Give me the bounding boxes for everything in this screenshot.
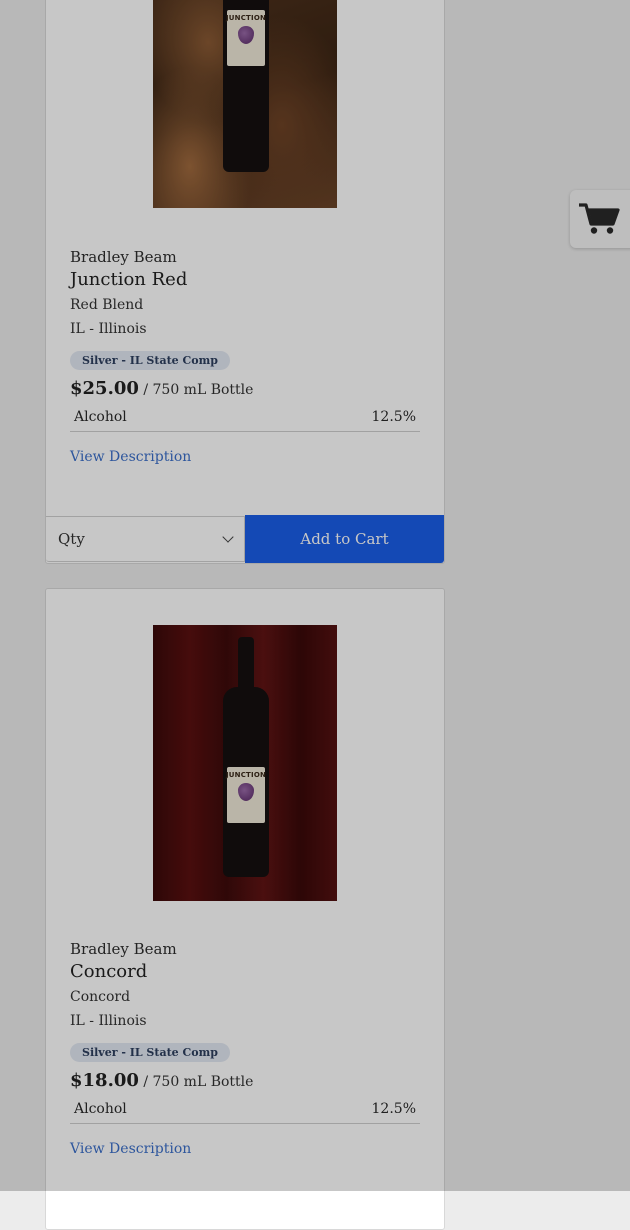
stat-value: 12.5% (371, 1101, 416, 1117)
chevron-down-icon (222, 531, 234, 543)
wine-name[interactable]: Junction Red (70, 267, 420, 293)
award-badge: Silver - IL State Comp (70, 1043, 230, 1062)
grape-graphic (238, 26, 254, 44)
stat-label: Alcohol (74, 1101, 127, 1117)
price-row: $18.00 / 750 mL Bottle (70, 1070, 420, 1091)
view-description-link[interactable]: View Description (70, 1141, 191, 1157)
product-image[interactable]: JUNCTION (153, 0, 337, 208)
unit-size: / 750 mL Bottle (143, 382, 254, 398)
product-image[interactable]: JUNCTION (153, 625, 337, 901)
varietal: Red Blend (70, 297, 144, 313)
wine-name[interactable]: Concord (70, 959, 420, 985)
award-badge: Silver - IL State Comp (70, 351, 230, 370)
product-card: JUNCTION Bradley Beam Concord Concord IL… (45, 588, 445, 1230)
shopping-cart-icon (579, 203, 620, 234)
price: $18.00 (70, 1070, 139, 1091)
stat-label: Alcohol (74, 409, 127, 425)
view-description-link[interactable]: View Description (70, 449, 191, 465)
varietal: Concord (70, 989, 131, 1005)
grape-graphic (238, 783, 254, 801)
qty-select[interactable]: Qty (46, 516, 245, 562)
producer-name: Bradley Beam (70, 940, 177, 958)
qty-label: Qty (58, 530, 85, 548)
unit-size: / 750 mL Bottle (143, 1074, 254, 1090)
region: IL - Illinois (70, 1013, 147, 1029)
region: IL - Illinois (70, 321, 147, 337)
wine-bottle-image: JUNCTION (223, 0, 269, 172)
wine-bottle-image: JUNCTION (223, 637, 269, 877)
price: $25.00 (70, 378, 139, 399)
bottle-label-text: JUNCTION (225, 771, 267, 779)
alcohol-row: Alcohol 12.5% (70, 1101, 420, 1124)
stat-value: 12.5% (371, 409, 416, 425)
cart-button[interactable] (570, 190, 630, 248)
producer-name: Bradley Beam (70, 248, 177, 266)
add-to-cart-row: Qty Add to Cart (46, 515, 444, 564)
price-row: $25.00 / 750 mL Bottle (70, 378, 420, 399)
alcohol-row: Alcohol 12.5% (70, 409, 420, 432)
add-to-cart-button[interactable]: Add to Cart (245, 515, 444, 563)
product-card: JUNCTION Bradley Beam Junction Red Red B… (45, 0, 445, 564)
bottle-label-text: JUNCTION (225, 14, 267, 22)
